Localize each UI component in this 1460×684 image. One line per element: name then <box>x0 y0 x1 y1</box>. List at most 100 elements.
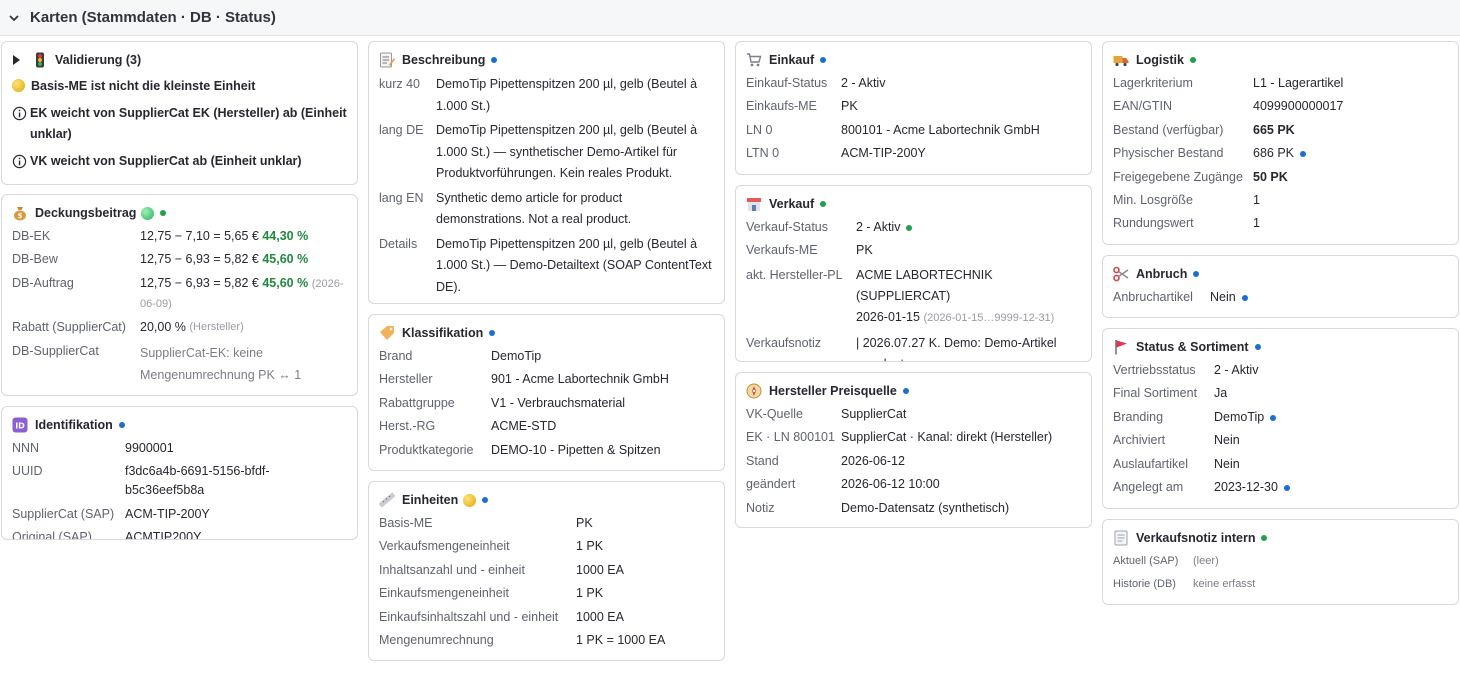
field-value: ACM-TIP-200Y <box>125 506 210 521</box>
field-value: 50 PK <box>1253 169 1288 184</box>
status-dot <box>1189 57 1196 63</box>
field-label: LN 0 <box>746 122 773 137</box>
unit-row: Basis-ME PK <box>379 514 714 533</box>
einkauf-header: Einkauf <box>746 50 1081 70</box>
field-label: Rabatt (SupplierCat) <box>12 320 126 335</box>
field-label: Einkaufsinhaltszahl und - einheit <box>379 609 559 624</box>
logistics-row: Freigegebene Zugänge 50 PK <box>1113 168 1448 187</box>
field-value: (leer) <box>1193 555 1219 567</box>
class-row: Brand DemoTip <box>379 347 714 366</box>
status-dot <box>1241 295 1248 301</box>
validation-item: VK weicht von SupplierCat ab (Einheit un… <box>12 151 347 172</box>
field-value: Nein <box>1210 290 1236 304</box>
info-circle-icon <box>12 154 27 169</box>
field-label: lang EN <box>379 190 424 205</box>
beschreibung-card: Beschreibung kurz 40 DemoTip Pipettenspit… <box>368 41 725 304</box>
validierung-header[interactable]: Validierung (3) <box>12 50 347 70</box>
field-value: 2 - Aktiv <box>841 76 886 90</box>
field-label: NNN <box>12 441 40 455</box>
info-circle-icon <box>12 106 27 121</box>
field-label: DB-EK <box>12 229 51 243</box>
logistics-row: Rundungswert 1 <box>1113 214 1448 233</box>
field-label: UUID <box>12 464 43 479</box>
status-row: Auslaufartikel Nein <box>1113 455 1448 474</box>
verkauf-card: Verkauf Verkauf-Status 2 - Aktiv Verkaufs… <box>735 185 1092 362</box>
logistik-header: Logistik <box>1113 50 1448 70</box>
klassifikation-card: Klassifikation Brand DemoTip Hersteller 90… <box>368 314 725 471</box>
status-row: Angelegt am 2023-12-30 <box>1113 478 1448 497</box>
field-label: akt. Hersteller-PL <box>746 267 843 282</box>
status-dot <box>1261 535 1268 541</box>
db-row: DB-SupplierCat SupplierCat-EK: keine Meng… <box>12 342 347 386</box>
field-value: SupplierCat-EK: keine Mengenumrechnung P… <box>140 345 302 382</box>
status-sortiment-title: Status & Sortiment <box>1136 340 1249 354</box>
field-label: Hersteller <box>379 372 433 387</box>
field-value: | 2026.07.27 K. Demo: Demo-Artikel angel… <box>856 336 1057 361</box>
status-dot <box>1300 151 1307 158</box>
db-row: DB-Auftrag 12,75 − 6,93 = 5,82 € 45,60 % … <box>12 274 347 314</box>
field-label: Inhaltsanzahl und - einheit <box>379 562 525 577</box>
verkaufsnotiz-intern-header: Verkaufsnotiz intern <box>1113 528 1448 548</box>
field-value: Ja <box>1214 386 1228 401</box>
unit-row: Mengenumrechnung 1 PK = 1000 EA <box>379 631 714 650</box>
margin-percent: 44,30 % <box>262 229 309 243</box>
status-dot <box>1254 344 1261 350</box>
status-dot <box>489 330 496 336</box>
identifikation-header: ID Identifikation <box>12 415 347 435</box>
cards-section-header[interactable]: Karten (Stammdaten · DB · Status) <box>0 0 1460 36</box>
field-value: PK <box>841 99 858 114</box>
status-row: Vertriebsstatus 2 - Aktiv <box>1113 361 1448 380</box>
field-value: Nein <box>1214 433 1240 448</box>
einheiten-card: Einheiten Basis-ME PK Verkaufsmengeneinhe… <box>368 481 725 661</box>
deckungsbeitrag-header: $ Deckungsbeitrag <box>12 203 347 223</box>
field-value: PK <box>856 243 873 258</box>
status-dot <box>1270 414 1277 421</box>
status-row: Final Sortiment Ja <box>1113 384 1448 403</box>
field-label: Verkaufsmengeneinheit <box>379 539 510 554</box>
chevron-down-icon[interactable] <box>6 10 22 26</box>
status-dot <box>902 388 909 394</box>
pricesource-row: EK · LN 800101 SupplierCat · Kanal: direk… <box>746 428 1081 447</box>
section-title: Karten (Stammdaten · DB · Status) <box>30 9 276 26</box>
anbruch-header: Anbruch <box>1113 264 1448 284</box>
field-label: Verkauf-Status <box>746 220 828 234</box>
class-row: Produktkategorie DEMO-10 - Pipetten & Spi… <box>379 441 714 460</box>
source-note: (Hersteller) <box>189 321 244 334</box>
field-value: ACM-TIP-200Y <box>841 146 926 161</box>
field-value: Synthetic demo article for product demon… <box>436 190 632 227</box>
status-sortiment-header: Status & Sortiment <box>1113 337 1448 357</box>
purchase-row: LTN 0 ACM-TIP-200Y <box>746 144 1081 163</box>
field-value: keine erfasst <box>1193 578 1256 591</box>
field-label: Physischer Bestand <box>1113 146 1224 161</box>
note-row: Historie (DB) keine erfasst <box>1113 575 1448 594</box>
verkauf-header: Verkauf <box>746 194 1081 214</box>
status-dot <box>820 57 827 63</box>
field-value: 1 PK <box>576 539 604 554</box>
validation-item: Basis-ME ist nicht die kleinste Einheit <box>12 76 347 97</box>
id-badge-icon: ID <box>12 417 28 433</box>
desc-row: kurz 40 DemoTip Pipettenspitzen 200 µl, g… <box>379 74 714 117</box>
expand-triangle-icon[interactable] <box>12 54 22 66</box>
desc-row: Details DemoTip Pipettenspitzen 200 µl, g… <box>379 234 714 299</box>
logistik-title: Logistik <box>1136 53 1184 67</box>
logistik-card: Logistik Lagerkriterium L1 - Lagerartikel… <box>1102 41 1459 245</box>
field-label: Notiz <box>746 500 775 515</box>
field-value: SupplierCat <box>841 407 907 421</box>
svg-text:ID: ID <box>15 422 25 431</box>
money-bag-icon: $ <box>14 207 26 221</box>
memo-icon <box>380 52 395 68</box>
logistics-row: Min. Losgröße 1 <box>1113 191 1448 210</box>
purchase-row: Einkaufs-ME PK <box>746 97 1081 116</box>
field-value: DemoTip <box>1214 409 1265 424</box>
sales-row: Verkauf-Status 2 - Aktiv <box>746 218 1081 237</box>
field-value: PK <box>576 516 593 530</box>
status-dot <box>491 57 498 63</box>
compass-icon <box>746 383 762 399</box>
note-row: Aktuell (SAP) (leer) <box>1113 552 1448 571</box>
anbruch-title: Anbruch <box>1136 267 1188 281</box>
shopping-cart-icon <box>747 53 762 67</box>
status-row: Archiviert Nein <box>1113 431 1448 450</box>
pricesource-row: VK-Quelle SupplierCat <box>746 405 1081 424</box>
class-row: Herst.-RG ACME-STD <box>379 417 714 436</box>
field-value: DEMO-10 - Pipetten & Spitzen <box>491 442 661 457</box>
